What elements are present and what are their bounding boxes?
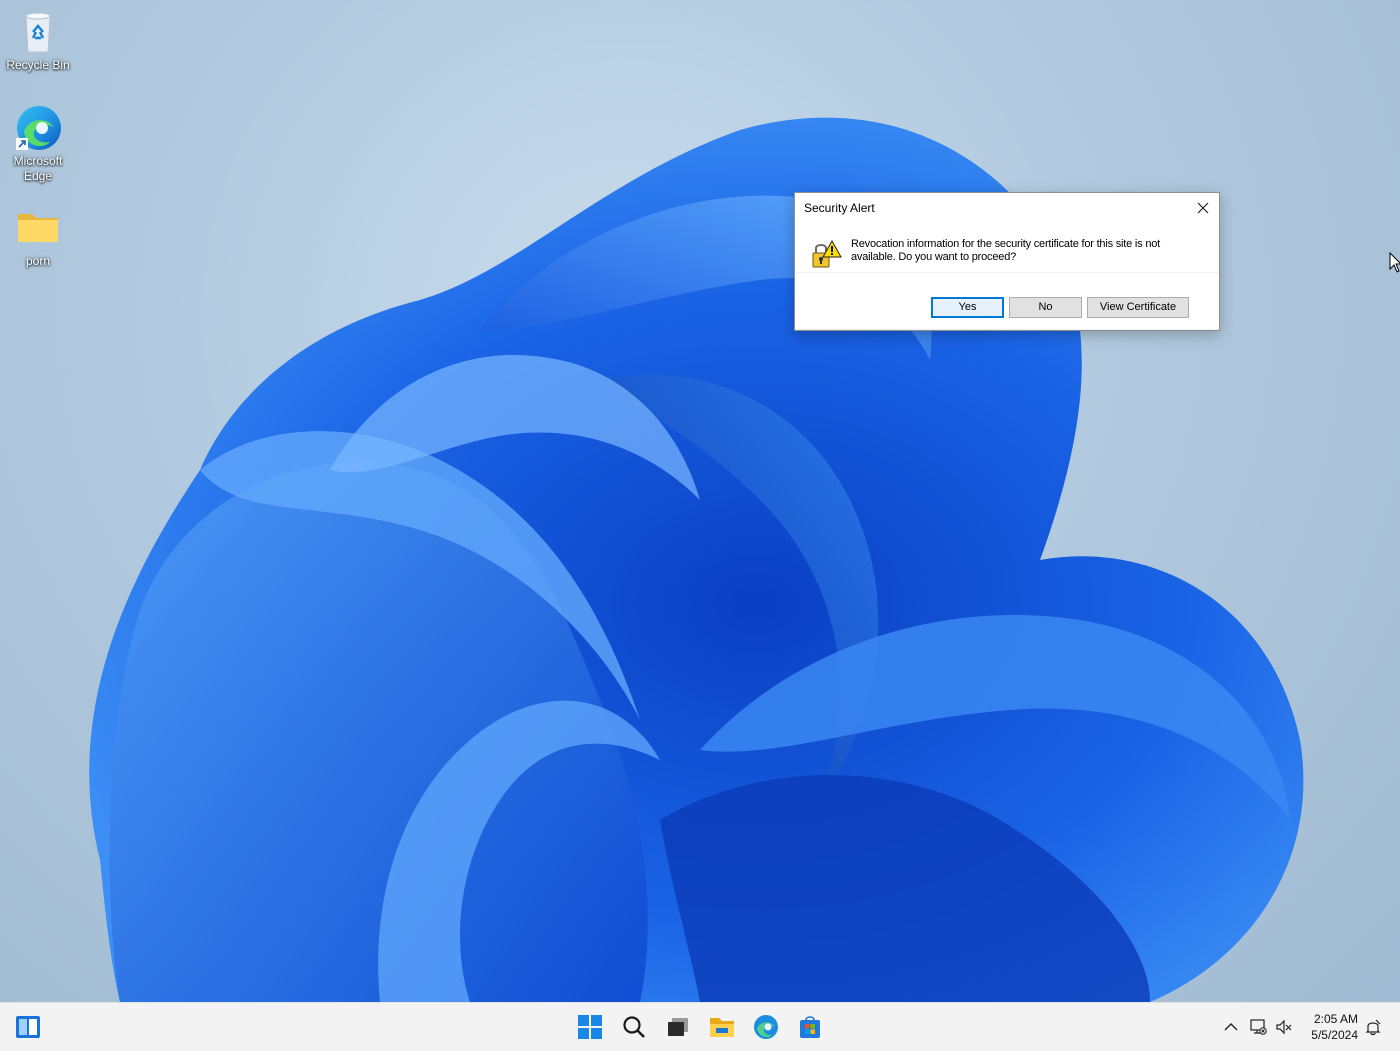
show-hidden-icons-button[interactable] <box>1221 1017 1241 1037</box>
desktop-icon-folder[interactable]: porn <box>0 204 76 269</box>
file-explorer-button[interactable] <box>706 1011 738 1043</box>
volume-button[interactable] <box>1274 1017 1294 1037</box>
close-button[interactable] <box>1187 193 1219 223</box>
close-icon <box>1197 202 1209 214</box>
edge-taskbar-button[interactable] <box>750 1011 782 1043</box>
desktop-icon-label: Microsoft Edge <box>13 154 63 183</box>
desktop-icon-recycle-bin[interactable]: Recycle Bin <box>0 8 76 73</box>
system-clock[interactable]: 2:05 AM 5/5/2024 <box>1300 1011 1358 1043</box>
clock-time: 2:05 AM <box>1313 1012 1358 1026</box>
taskbar: 2:05 AM 5/5/2024 <box>0 1002 1400 1051</box>
search-button[interactable] <box>618 1011 650 1043</box>
file-explorer-icon <box>710 1018 734 1037</box>
desktop-wallpaper <box>89 117 1304 1002</box>
chevron-up-icon <box>1224 1023 1238 1031</box>
task-view-button[interactable] <box>662 1011 694 1043</box>
edge-icon <box>14 104 62 152</box>
dialog-body: Revocation information for the security … <box>795 222 1219 272</box>
dialog-title: Security Alert <box>804 201 875 215</box>
widgets-button[interactable] <box>12 1011 44 1043</box>
volume-muted-icon <box>1276 1019 1292 1035</box>
security-alert-dialog: Security Alert Revocation information fo… <box>794 192 1220 331</box>
notification-bell-icon <box>1365 1019 1381 1036</box>
yes-button[interactable]: Yes <box>931 297 1004 318</box>
folder-icon <box>14 204 62 252</box>
start-button[interactable] <box>574 1011 606 1043</box>
dialog-titlebar[interactable]: Security Alert <box>795 193 1219 223</box>
store-button[interactable] <box>794 1011 826 1043</box>
desktop-icon-microsoft-edge[interactable]: Microsoft Edge <box>0 104 76 184</box>
warning-lock-icon <box>810 239 842 271</box>
view-certificate-button[interactable]: View Certificate <box>1087 297 1189 318</box>
dialog-message: Revocation information for the security … <box>851 238 1161 263</box>
microsoft-store-icon <box>800 1016 820 1038</box>
widgets-icon <box>16 1016 40 1038</box>
desktop-icon-label: porn <box>25 254 51 268</box>
no-button[interactable]: No <box>1009 297 1082 318</box>
clock-date: 5/5/2024 <box>1311 1028 1358 1042</box>
search-icon <box>623 1016 645 1038</box>
notifications-button[interactable] <box>1363 1017 1383 1037</box>
edge-icon <box>754 1015 778 1039</box>
dialog-button-row: Yes No View Certificate <box>795 273 1219 329</box>
task-view-icon <box>668 1018 688 1036</box>
network-button[interactable] <box>1248 1017 1268 1037</box>
recycle-bin-icon <box>14 8 62 56</box>
desktop-icon-label: Recycle Bin <box>6 58 70 72</box>
mouse-cursor-icon <box>1389 252 1400 273</box>
windows-logo-icon <box>578 1015 602 1039</box>
network-icon <box>1250 1019 1267 1035</box>
